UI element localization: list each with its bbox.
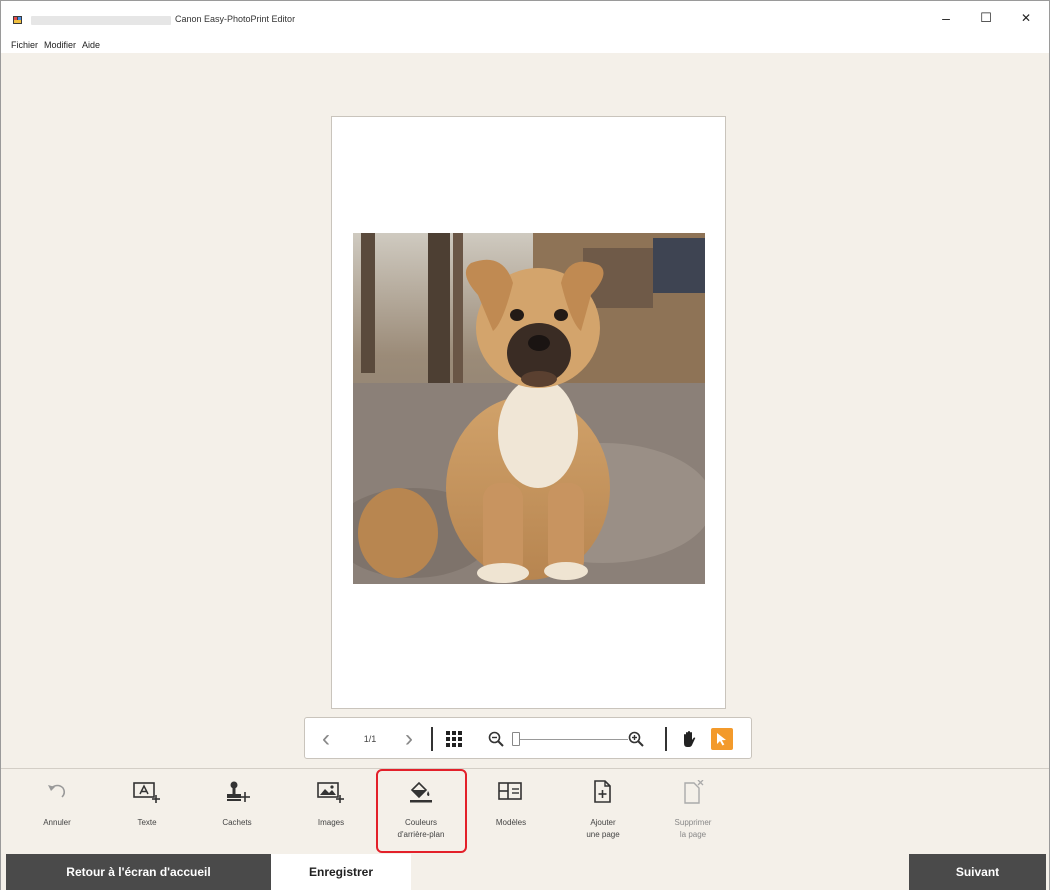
tool-ribbon: Annuler Texte Cachets Images Couleurs d'… <box>1 768 1049 854</box>
tool-label: Supprimer la page <box>674 818 712 839</box>
grid-view-button[interactable] <box>445 730 463 748</box>
save-button[interactable]: Enregistrer <box>271 854 411 890</box>
tool-label: Texte <box>137 818 157 827</box>
tool-delete-page[interactable]: Supprimer la page <box>651 769 735 855</box>
window-title: Canon Easy-PhotoPrint Editor <box>175 14 296 24</box>
menu-edit[interactable]: Modifier <box>44 40 76 50</box>
zoom-slider-track[interactable] <box>518 739 628 740</box>
title-bar: Canon Easy-PhotoPrint Editor – ☐ ✕ <box>1 1 1049 37</box>
tool-undo[interactable]: Annuler <box>15 769 99 855</box>
print-page[interactable] <box>331 116 726 709</box>
tool-label: Modèles <box>495 818 527 827</box>
menu-help[interactable]: Aide <box>82 40 100 50</box>
back-to-home-button[interactable]: Retour à l'écran d'accueil <box>6 854 271 890</box>
delete-page-icon <box>684 780 704 804</box>
stamp-icon <box>227 781 250 802</box>
zoom-in-icon <box>628 731 644 747</box>
page-indicator: 1/1 <box>363 734 377 744</box>
tool-label: Cachets <box>222 818 252 827</box>
hand-icon <box>684 731 696 747</box>
tool-label: Images <box>317 818 345 827</box>
tool-label: Ajouter une page <box>586 818 620 839</box>
zoom-in-button[interactable] <box>627 730 645 748</box>
pan-tool-button[interactable] <box>679 729 699 749</box>
app-icon <box>13 16 22 24</box>
zoom-out-button[interactable] <box>487 730 505 748</box>
app-window: Canon Easy-PhotoPrint Editor – ☐ ✕ Fichi… <box>0 0 1050 890</box>
previous-page-button[interactable]: ‹ <box>317 725 335 752</box>
separator <box>431 727 433 751</box>
page-navigator-bar: ‹ 1/1 › <box>304 717 752 759</box>
tool-add-page[interactable]: Ajouter une page <box>561 769 645 855</box>
selection-highlight <box>376 769 467 853</box>
tool-images[interactable]: Images <box>289 769 373 855</box>
maximize-button[interactable]: ☐ <box>966 5 1006 31</box>
tool-label: Annuler <box>43 818 71 827</box>
text-box-icon <box>133 782 160 803</box>
next-page-button[interactable]: › <box>400 725 418 752</box>
select-tool-button[interactable] <box>711 728 733 750</box>
zoom-out-icon <box>488 731 504 747</box>
tool-templates[interactable]: Modèles <box>469 769 553 855</box>
footer-bar: Retour à l'écran d'accueil Enregistrer S… <box>1 854 1049 890</box>
layout-icon <box>498 782 522 800</box>
add-page-icon <box>594 780 611 803</box>
menu-bar: Fichier Modifier Aide <box>1 37 1049 53</box>
next-button[interactable]: Suivant <box>909 854 1046 890</box>
tool-text[interactable]: Texte <box>105 769 189 855</box>
close-button[interactable]: ✕ <box>1006 5 1046 31</box>
title-redacted <box>31 16 171 25</box>
undo-icon <box>48 784 66 798</box>
menu-file[interactable]: Fichier <box>11 40 38 50</box>
editor-canvas: ‹ 1/1 › <box>1 53 1049 768</box>
separator <box>665 727 667 751</box>
minimize-button[interactable]: – <box>926 5 966 31</box>
cursor-arrow-icon <box>717 733 726 746</box>
tool-stamps[interactable]: Cachets <box>195 769 279 855</box>
zoom-slider-thumb[interactable] <box>512 732 520 746</box>
grid-icon <box>446 731 462 747</box>
image-add-icon <box>317 782 344 803</box>
puppy-photo[interactable] <box>353 233 705 584</box>
photo-image <box>353 233 705 584</box>
